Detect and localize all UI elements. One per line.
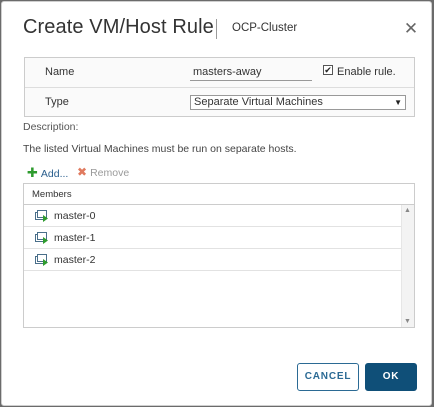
table-row[interactable]: master-2 [24, 249, 402, 271]
vm-powered-on-icon [35, 232, 48, 244]
enable-rule-checkbox[interactable]: ✔ [323, 65, 333, 75]
member-name: master-2 [54, 254, 96, 266]
type-select-value: Separate Virtual Machines [194, 96, 323, 108]
members-column-header[interactable]: Members [24, 184, 414, 205]
members-scrollbar[interactable]: ▲ ▼ [401, 205, 414, 327]
ok-button[interactable]: OK [365, 363, 417, 391]
member-name: master-0 [54, 210, 96, 222]
remove-button[interactable]: ✖ Remove [77, 165, 129, 179]
dialog-title: Create VM/Host Rule [23, 16, 214, 38]
add-label: Add... [40, 168, 69, 180]
vm-powered-on-icon [35, 210, 48, 222]
members-grid: Members master-0 master-1 master-2 ▲ ▼ [23, 183, 415, 328]
name-label: Name [45, 66, 75, 78]
cancel-button[interactable]: CANCEL [297, 363, 359, 391]
description-text: The listed Virtual Machines must be run … [23, 143, 297, 155]
create-vm-host-rule-dialog: Create VM/Host Rule OCP-Cluster ✕ Name ✔… [1, 1, 432, 406]
type-label: Type [45, 96, 69, 108]
type-row: Type Separate Virtual Machines ▼ [25, 88, 414, 118]
remove-icon: ✖ [77, 165, 88, 179]
dialog-subtitle: OCP-Cluster [232, 22, 298, 34]
name-input[interactable] [190, 63, 312, 81]
name-row: Name ✔ Enable rule. [25, 58, 414, 88]
table-row[interactable]: master-0 [24, 205, 402, 227]
close-icon[interactable]: ✕ [401, 19, 421, 39]
enable-rule-label[interactable]: Enable rule. [337, 66, 396, 78]
type-select[interactable]: Separate Virtual Machines ▼ [190, 95, 406, 110]
vm-powered-on-icon [35, 254, 48, 266]
remove-label: Remove [90, 167, 130, 179]
member-name: master-1 [54, 232, 96, 244]
table-row[interactable]: master-1 [24, 227, 402, 249]
scroll-down-icon[interactable]: ▼ [404, 318, 411, 325]
rule-form: Name ✔ Enable rule. Type Separate Virtua… [24, 57, 415, 117]
scroll-up-icon[interactable]: ▲ [404, 207, 411, 214]
description-label: Description: [23, 121, 79, 133]
plus-icon: ✚ [27, 165, 38, 180]
chevron-down-icon: ▼ [394, 98, 402, 107]
add-button[interactable]: ✚ Add... [27, 165, 68, 181]
title-divider [216, 19, 217, 39]
